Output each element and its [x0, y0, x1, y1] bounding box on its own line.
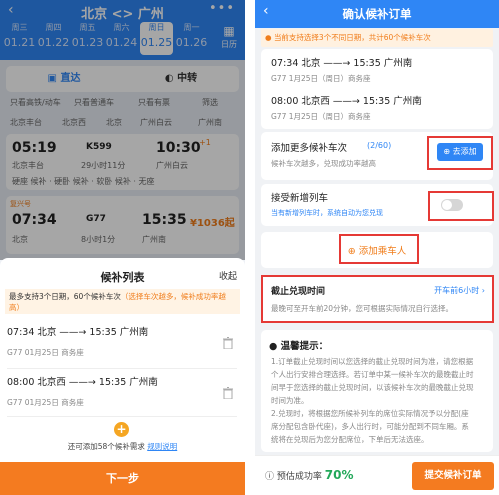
trip-detail: G77 1月25日（周日）商务座 — [271, 112, 371, 121]
tips-icon: ● — [269, 341, 281, 352]
right-screen: ‹ 确认候补订单 ● 当前支持选择3个不同日期，共计60个候补车次 07:34 … — [255, 0, 499, 495]
page-title: 确认候补订单 — [342, 7, 412, 21]
add-more-count: (2/60) — [367, 141, 392, 150]
success-rate: ⓘ 预估成功率 70% — [265, 468, 354, 482]
tip-line: 统将在兑现后为您分配席位，下单后无法选座。 — [271, 435, 429, 444]
tip-line: 席分配包含卧代座)，多人出行时，可能分配到不同车厢。系 — [271, 422, 469, 431]
accept-new-title: 接受新增列车 — [271, 193, 329, 204]
rate-label: 预估成功率 — [276, 472, 322, 482]
tips-card: ● 温馨提示： 1.订单截止兑现时间以您选择的截止兑现时间为准，请您根据 个人出… — [261, 330, 493, 452]
rules-link[interactable]: 规则说明 — [147, 442, 177, 451]
left-screen: ‹ 北京 <> 广州 ••• 周三 01.21 周四 01.22 周五 01.23 周… — [0, 0, 245, 495]
info-icon[interactable]: ⓘ — [265, 472, 274, 482]
trip-detail: G77 01月25日 商务座 — [7, 348, 84, 357]
trash-icon[interactable] — [223, 337, 233, 349]
highlight-box — [428, 191, 494, 221]
highlight-box — [339, 234, 419, 264]
add-note: 还可添加58个候补需求 规则说明 — [0, 441, 245, 452]
trip-route: 08:00 北京西 ——→ 15:35 广州南 — [7, 377, 158, 388]
trip-detail: G77 01月25日 商务座 — [7, 398, 84, 407]
trip-route: 08:00 北京西 ——→ 15:35 广州南 — [271, 96, 422, 107]
top-notice: ● 当前支持选择3个不同日期，共计60个候补车次 — [261, 29, 493, 47]
tip-line: 间早于您选择的截止兑现时间，以该候补车次的最晚截止兑现 — [271, 383, 474, 392]
highlight-box — [427, 136, 493, 170]
trip-card: 07:34 北京 ——→ 15:35 广州南 G77 1月25日（周日）商务座 … — [261, 49, 493, 129]
waitlist-item: 08:00 北京西 ——→ 15:35 广州南 G77 01月25日 商务座 — [7, 374, 237, 420]
waitlist-sheet: 候补列表 收起 最多支持3个日期，60个候补车次（选择车次越多，候补成功率越高）… — [0, 258, 245, 495]
submit-order-button[interactable]: 提交候补订单 — [412, 462, 494, 490]
add-icon[interactable]: + — [114, 422, 129, 437]
trip-detail: G77 1月25日（周日）商务座 — [271, 74, 371, 83]
add-more-desc: 候补车次越多，兑现成功率越高 — [271, 159, 376, 168]
sheet-notice: 最多支持3个日期，60个候补车次（选择车次越多，候补成功率越高） — [5, 289, 240, 314]
trip-item: 08:00 北京西 ——→ 15:35 广州南 G77 1月25日（周日）商务座 — [271, 93, 491, 129]
tips-title: ● 温馨提示： — [269, 338, 328, 352]
collapse-button[interactable]: 收起 — [219, 269, 237, 282]
tip-line: 个人出行安排合理选择。若订单中某一候补车次的最晚截止时 — [271, 370, 474, 379]
dim-overlay[interactable] — [0, 0, 245, 260]
notice-text: 最多支持3个日期，60个候补车次 — [9, 292, 121, 301]
rate-value: 70% — [324, 468, 354, 482]
tips-title-text: 温馨提示： — [280, 341, 329, 352]
tip-line: 2.兑现时，将根据您所候补列车的席位实际情况予以分配(座 — [271, 409, 469, 418]
divider — [7, 368, 237, 369]
alert-icon: ● — [265, 33, 274, 42]
trash-icon[interactable] — [223, 387, 233, 399]
footer-bar: ⓘ 预估成功率 70% 提交候补订单 — [255, 455, 499, 495]
trip-route: 07:34 北京 ——→ 15:35 广州南 — [271, 58, 413, 69]
highlight-box — [261, 275, 494, 323]
right-header: ‹ 确认候补订单 — [255, 0, 499, 28]
sheet-title: 候补列表 — [100, 271, 145, 284]
tip-line: 1.订单截止兑现时间以您选择的截止兑现时间为准，请您根据 — [271, 357, 474, 366]
accept-new-desc: 当有新增列车时，系统自动为您兑现 — [271, 209, 383, 217]
top-notice-text: 当前支持选择3个不同日期，共计60个候补车次 — [273, 33, 431, 42]
trip-route: 07:34 北京 ——→ 15:35 广州南 — [7, 327, 149, 338]
add-note-text: 还可添加58个候补需求 — [67, 442, 145, 451]
divider — [7, 416, 237, 417]
trip-item: 07:34 北京 ——→ 15:35 广州南 G77 1月25日（周日）商务座 — [271, 55, 491, 91]
waitlist-item: 07:34 北京 ——→ 15:35 广州南 G77 01月25日 商务座 — [7, 324, 237, 370]
tip-line: 时间为准。 — [271, 396, 309, 405]
next-button[interactable]: 下一步 — [0, 462, 245, 495]
add-more-title: 添加更多候补车次 — [271, 143, 348, 154]
